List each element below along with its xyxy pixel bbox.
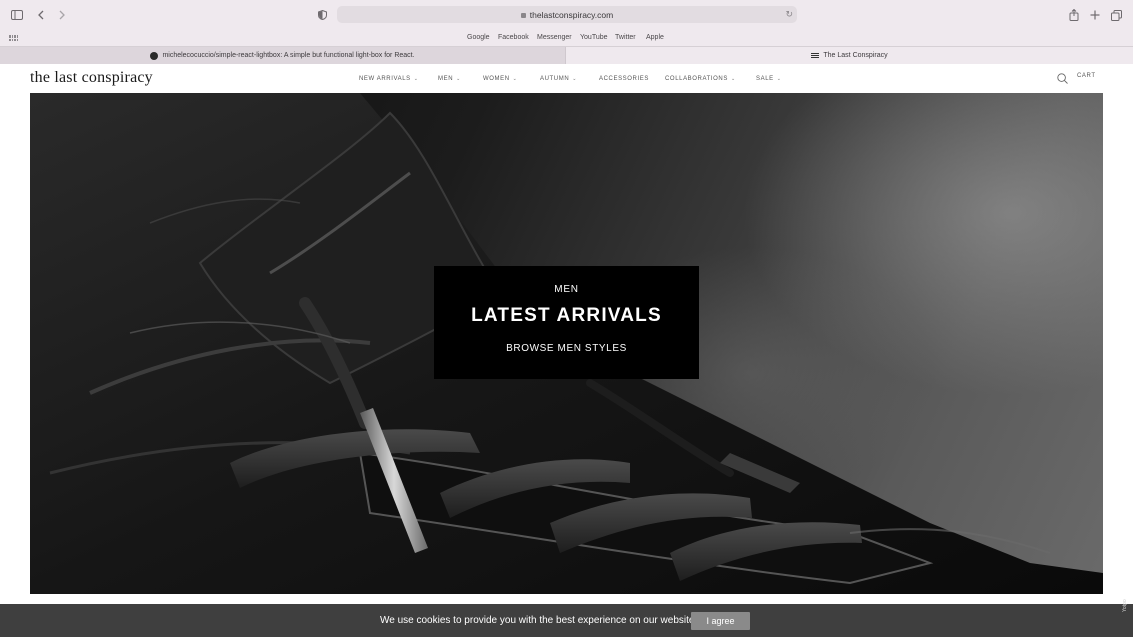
hero-kicker: MEN xyxy=(554,284,579,295)
browser-toolbar: thelastconspiracy.com ↻ xyxy=(0,0,1133,30)
privacy-shield-icon[interactable] xyxy=(317,7,327,23)
plus-icon[interactable] xyxy=(1089,7,1100,23)
tab-github[interactable]: michelecocuccio/simple-react-lightbox: A… xyxy=(0,47,566,64)
nav-label: SALE xyxy=(756,76,774,82)
cookie-consent-bar: We use cookies to provide you with the b… xyxy=(0,604,1133,637)
url-text: thelastconspiracy.com xyxy=(529,9,614,20)
address-bar[interactable]: thelastconspiracy.com ↻ xyxy=(337,6,797,23)
browse-men-styles-link[interactable]: BROWSE MEN STYLES xyxy=(434,343,699,354)
nav-item-women[interactable]: WOMEN ⌄ xyxy=(483,76,517,82)
cart-link[interactable]: CART xyxy=(1077,73,1096,79)
share-icon[interactable] xyxy=(1068,7,1079,23)
tab-title: The Last Conspiracy xyxy=(823,52,888,59)
lock-icon xyxy=(520,13,526,18)
chevron-down-icon: ⌄ xyxy=(456,76,461,82)
nav-item-collaborations[interactable]: COLLABORATIONS ⌄ xyxy=(665,76,736,82)
yotpo-reviews-tab[interactable]: Yotpo xyxy=(1122,599,1128,612)
hero-banner[interactable]: MEN LATEST ARRIVALS BROWSE MEN STYLES xyxy=(30,93,1103,594)
favorite-twitter[interactable]: Twitter xyxy=(615,34,636,41)
nav-item-sale[interactable]: SALE ⌄ xyxy=(756,76,782,82)
tab-bar: michelecocuccio/simple-react-lightbox: A… xyxy=(0,46,1133,64)
nav-label: ACCESSORIES xyxy=(599,76,649,82)
chevron-down-icon: ⌄ xyxy=(776,76,782,82)
site-favicon-icon xyxy=(811,53,820,58)
nav-label: AUTUMN xyxy=(540,76,570,82)
chevron-down-icon: ⌄ xyxy=(512,76,518,82)
github-icon xyxy=(150,51,159,60)
hero-cta-box[interactable]: MEN LATEST ARRIVALS BROWSE MEN STYLES xyxy=(434,266,699,379)
tab-the-last-conspiracy[interactable]: The Last Conspiracy xyxy=(566,47,1133,64)
favorite-messenger[interactable]: Messenger xyxy=(537,34,572,41)
site-logo[interactable]: the last conspiracy xyxy=(30,69,153,87)
reload-icon[interactable]: ↻ xyxy=(785,9,793,20)
tab-title: michelecocuccio/simple-react-lightbox: A… xyxy=(162,52,415,59)
nav-item-autumn[interactable]: AUTUMN ⌄ xyxy=(540,76,577,82)
nav-item-accessories[interactable]: ACCESSORIES xyxy=(599,76,649,82)
nav-label: MEN xyxy=(438,76,454,82)
cookie-message: We use cookies to provide you with the b… xyxy=(380,615,695,626)
favorite-apple[interactable]: Apple xyxy=(646,34,664,41)
favorite-google[interactable]: Google xyxy=(467,34,490,41)
search-icon[interactable] xyxy=(1057,71,1068,84)
sidebar-icon[interactable] xyxy=(11,7,23,23)
cookie-agree-button[interactable]: I agree xyxy=(691,612,750,630)
chevron-left-icon[interactable] xyxy=(36,7,46,23)
favorites-bar: Google Facebook Messenger YouTube Twitte… xyxy=(0,30,1133,46)
favorite-facebook[interactable]: Facebook xyxy=(498,34,529,41)
tabs-overview-icon[interactable] xyxy=(1110,7,1122,23)
nav-label: NEW ARRIVALS xyxy=(359,76,411,82)
chevron-down-icon: ⌄ xyxy=(572,76,578,82)
favorites-grid-icon[interactable] xyxy=(9,35,18,41)
nav-label: WOMEN xyxy=(483,76,510,82)
chevron-down-icon: ⌄ xyxy=(413,76,419,82)
chevron-right-icon[interactable] xyxy=(57,7,67,23)
hero-title: LATEST ARRIVALS xyxy=(471,305,662,326)
nav-item-new-arrivals[interactable]: NEW ARRIVALS ⌄ xyxy=(359,76,419,82)
chevron-down-icon: ⌄ xyxy=(730,76,736,82)
favorite-youtube[interactable]: YouTube xyxy=(580,34,608,41)
nav-item-men[interactable]: MEN ⌄ xyxy=(438,76,461,82)
nav-label: COLLABORATIONS xyxy=(665,76,728,82)
site-header: the last conspiracy NEW ARRIVALS ⌄ MEN ⌄ W… xyxy=(0,64,1133,93)
